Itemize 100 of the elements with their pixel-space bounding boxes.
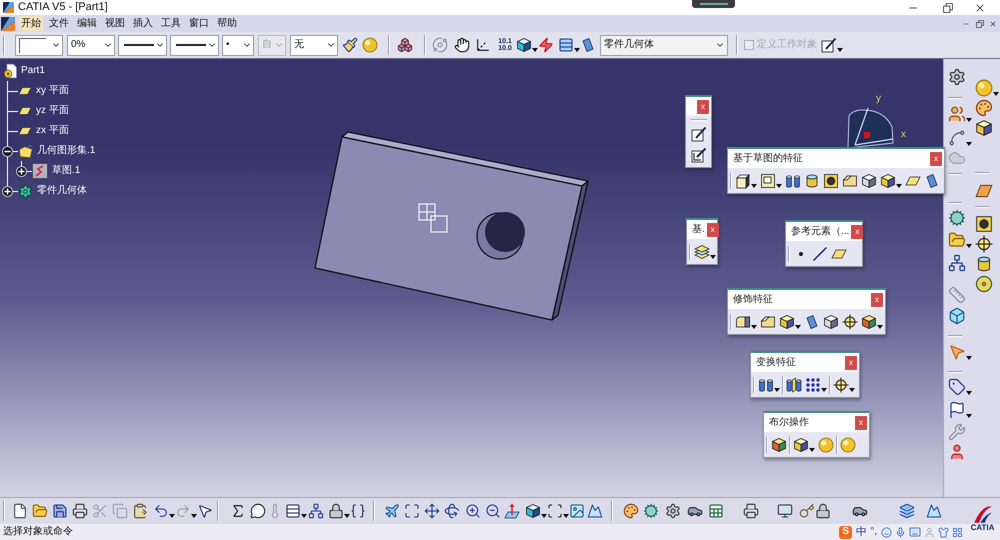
collapse-icon[interactable] [2,146,13,156]
boxes-icon[interactable] [397,37,413,53]
dropdown-caret-icon[interactable] [795,324,801,328]
value-dropdown[interactable]: 无 [290,34,338,56]
cube-icon[interactable] [779,314,795,330]
box-icon[interactable] [948,307,966,325]
gear-icon[interactable] [665,503,681,519]
pointer-icon[interactable] [197,503,213,519]
app-icon[interactable] [0,16,16,30]
restore-icon[interactable] [943,2,953,12]
dropdown-caret-icon[interactable] [809,448,815,452]
sketch-axes-icon[interactable] [690,147,706,163]
microphone-icon[interactable] [895,526,906,538]
dropdown-caret-icon[interactable] [837,48,843,52]
plane-arrow-icon[interactable] [504,503,520,519]
sphere-icon[interactable] [818,436,834,452]
stacked-slabs-icon[interactable] [694,244,710,260]
slab-icon[interactable] [804,314,820,330]
plate-icon[interactable] [975,182,993,200]
crosshair-icon[interactable] [833,376,849,392]
lightning-icon[interactable] [538,37,554,53]
sphere-icon[interactable] [840,436,856,452]
dropdown-caret-icon[interactable] [541,514,547,518]
palette-icon[interactable] [975,99,993,117]
dropdown-caret-icon[interactable] [344,514,350,518]
lock-icon[interactable] [328,503,344,519]
menu-item[interactable]: 帮助 [215,16,239,31]
people-icon[interactable] [948,105,966,123]
folder-icon[interactable] [32,503,48,519]
cube-icon[interactable] [861,314,877,330]
expand-icon[interactable] [16,166,27,176]
palette-icon[interactable] [623,503,639,519]
tree-label[interactable]: xy 平面 [36,86,69,96]
compass-drawing[interactable] [848,108,894,148]
image-icon[interactable] [569,503,585,519]
dropdown-caret-icon[interactable] [574,48,580,52]
tree-label[interactable]: Part1 [21,66,45,76]
flag-icon[interactable] [948,401,966,419]
menu-item[interactable]: 视图 [103,16,127,31]
beveled-block-icon[interactable] [842,172,858,188]
cube-icon[interactable] [793,436,809,452]
body-dropdown[interactable]: 零件几何体 [600,34,728,56]
tree-label[interactable]: 草图.1 [52,166,80,176]
dropdown-caret-icon[interactable] [774,388,780,392]
scan-frame-icon[interactable] [547,503,563,519]
value-dropdown[interactable]: • [222,34,254,56]
cube-icon[interactable] [823,314,839,330]
dropdown-caret-icon[interactable] [966,118,972,122]
gear-icon[interactable] [643,503,659,519]
dropdown-caret-icon[interactable] [710,254,716,258]
monitor-icon[interactable] [777,503,793,519]
sphere-icon[interactable] [975,79,993,97]
block-icon[interactable] [735,172,751,188]
cube-icon[interactable] [861,172,877,188]
tree-label[interactable]: zx 平面 [36,126,69,136]
dropdown-caret-icon[interactable] [776,184,782,188]
dropdown-caret-icon[interactable] [563,514,569,518]
mountain-icon[interactable] [926,503,942,519]
rounded-block-icon[interactable] [735,314,751,330]
dropdown-caret-icon[interactable] [966,142,972,146]
close-button[interactable]: x [697,100,709,114]
close-icon[interactable] [989,20,997,28]
tree-label[interactable]: yz 平面 [36,106,69,116]
ime-mode[interactable]: 中 [856,526,868,538]
folder-icon[interactable] [948,231,966,249]
gear-icon[interactable] [948,68,966,86]
rotate-icon[interactable] [444,503,460,519]
spreadsheet-icon[interactable] [708,503,724,519]
grid-icon[interactable] [952,526,963,538]
cylinders-icon[interactable] [785,172,801,188]
cylinder-icon[interactable] [804,172,820,188]
dropdown-caret-icon[interactable] [169,514,175,518]
printer-icon[interactable] [72,503,88,519]
dropdown-caret-icon[interactable] [301,514,307,518]
orbit-icon[interactable] [432,37,448,53]
fit-frame-icon[interactable] [404,503,420,519]
hierarchy-icon[interactable] [308,503,324,519]
close-button[interactable]: x [871,292,883,306]
dropdown-caret-icon[interactable] [821,388,827,392]
page-icon[interactable] [12,503,28,519]
tree-label[interactable]: 零件几何体 [37,186,87,196]
dropdown-caret-icon[interactable] [966,414,972,418]
crosshair-icon[interactable] [975,235,993,253]
close-button[interactable]: x [930,152,942,166]
beveled-block-icon[interactable] [760,314,776,330]
ime-punctuation[interactable]: °, [870,527,877,537]
keyboard-icon[interactable] [909,526,921,538]
cube-icon[interactable] [525,503,541,519]
zoom-out-icon[interactable] [485,503,501,519]
line-style-dropdown[interactable] [118,34,167,56]
close-button[interactable]: x [851,224,864,238]
table-icon[interactable] [285,503,301,519]
airplane-icon[interactable] [384,503,400,519]
crosshair-icon[interactable] [842,314,858,330]
hand-icon[interactable] [454,37,470,53]
dropdown-caret-icon[interactable] [751,324,757,328]
sketch-icon[interactable] [821,37,837,53]
printer-icon[interactable] [743,503,759,519]
menu-item[interactable]: 文件 [47,16,71,31]
sketch-icon[interactable] [690,126,706,142]
